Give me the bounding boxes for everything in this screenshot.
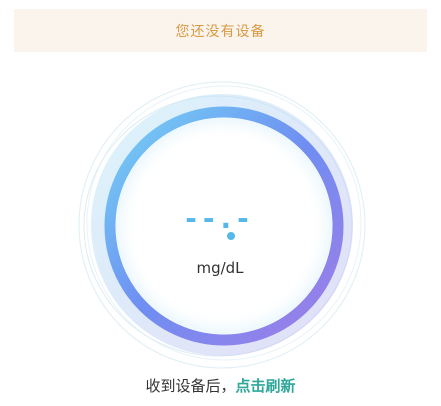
glucose-unit: mg/dL	[196, 259, 244, 277]
footer-hint: 收到设备后，点击刷新	[0, 375, 441, 396]
glucose-value: --.-	[185, 202, 255, 235]
footer-prompt: 收到设备后，	[145, 377, 236, 395]
device-screen: 您还没有设备 --.- mg/dL 收到设备后，点击刷新	[0, 0, 441, 406]
refresh-link[interactable]: 点击刷新	[236, 377, 296, 395]
